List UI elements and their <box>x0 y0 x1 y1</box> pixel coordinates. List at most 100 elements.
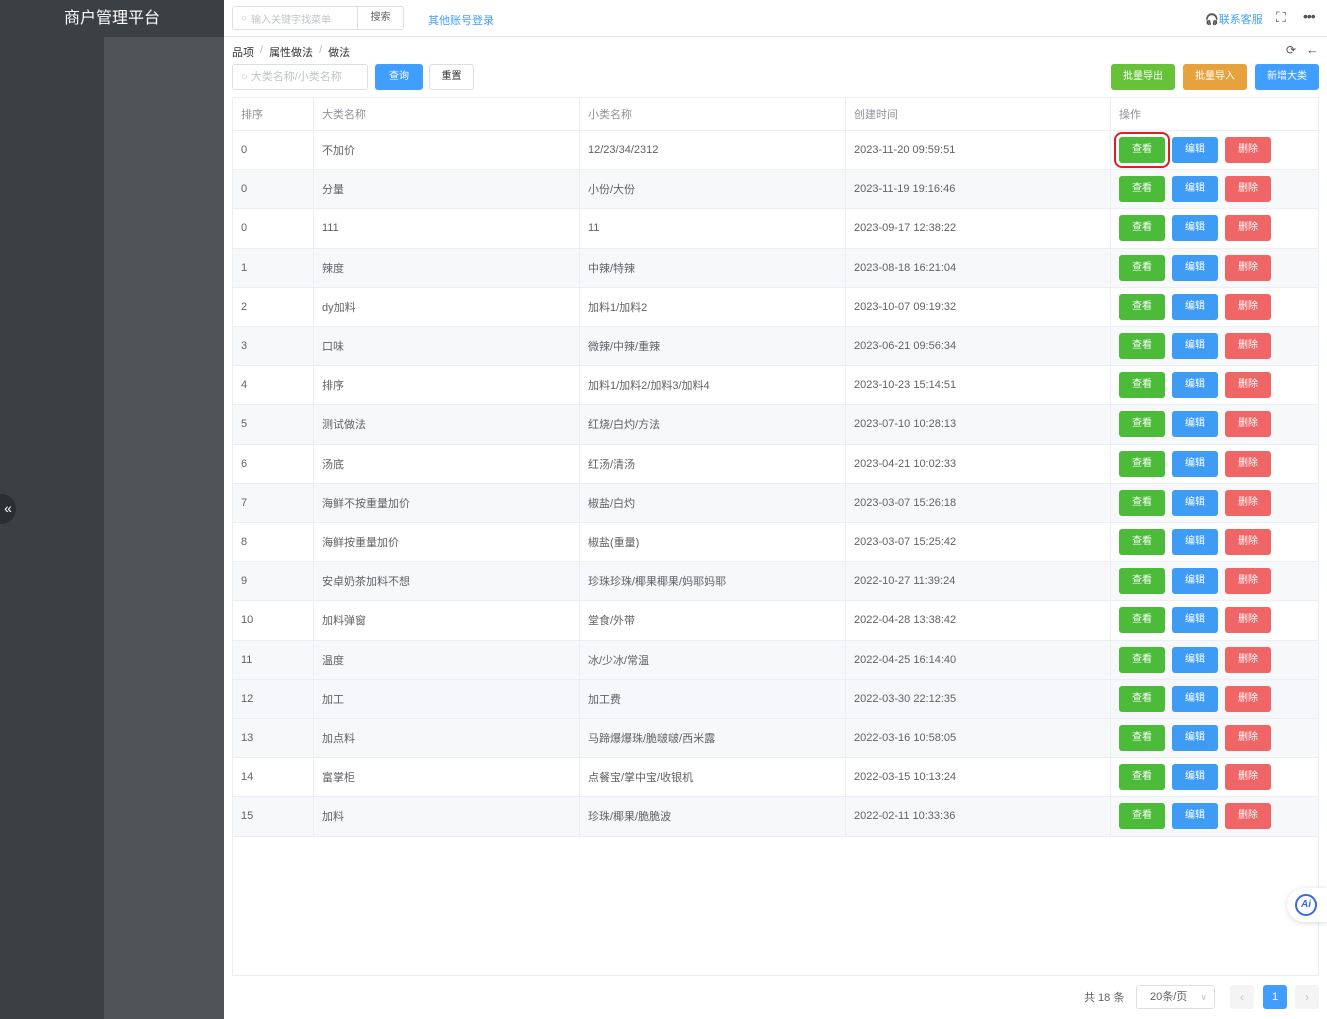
table-row: 8 海鲜按重量加价 椒盐(重量) 2023-03-07 15:25:42 查看 编辑 删除 <box>233 523 1318 563</box>
edit-button[interactable]: 编辑 <box>1172 803 1218 830</box>
edit-button[interactable]: 编辑 <box>1172 137 1218 163</box>
sort-cell: 9 <box>233 562 314 601</box>
created-time-cell: 2023-03-07 15:26:18 <box>846 483 1111 522</box>
edit-button[interactable]: 编辑 <box>1172 450 1218 477</box>
edit-button[interactable]: 编辑 <box>1172 685 1218 712</box>
breadcrumb: 品项 / 属性做法 / 做法 <box>232 44 350 60</box>
view-button[interactable]: 查看 <box>1119 215 1165 242</box>
delete-button[interactable]: 删除 <box>1225 725 1271 751</box>
delete-button[interactable]: 删除 <box>1225 568 1271 595</box>
table-row: 3 口味 微辣/中辣/重辣 2023-06-21 09:56:34 查看 编辑 删除 <box>233 327 1318 367</box>
reset-button[interactable]: 重置 <box>429 64 474 90</box>
breadcrumb-item[interactable]: 品项 <box>232 44 254 60</box>
view-button[interactable]: 查看 <box>1119 803 1165 830</box>
view-button[interactable]: 查看 <box>1119 685 1165 712</box>
breadcrumb-separator: / <box>260 44 264 56</box>
created-time-cell: 2023-09-17 12:38:22 <box>846 209 1111 248</box>
view-button[interactable]: 查看 <box>1119 254 1165 281</box>
other-account-login-link[interactable]: 其他账号登录 <box>428 12 494 28</box>
delete-button[interactable]: 删除 <box>1225 803 1271 830</box>
view-button[interactable]: 查看 <box>1119 529 1165 555</box>
batch-export-button[interactable]: 批量导出 <box>1111 64 1175 90</box>
delete-button[interactable]: 删除 <box>1225 685 1271 712</box>
view-button[interactable]: 查看 <box>1119 372 1165 399</box>
edit-button[interactable]: 编辑 <box>1172 489 1218 516</box>
edit-button[interactable]: 编辑 <box>1172 646 1218 673</box>
delete-button[interactable]: 删除 <box>1225 764 1271 791</box>
view-button[interactable]: 查看 <box>1114 132 1170 168</box>
edit-button[interactable]: 编辑 <box>1172 529 1218 555</box>
edit-button[interactable]: 编辑 <box>1172 293 1218 320</box>
delete-button[interactable]: 删除 <box>1225 489 1271 516</box>
sort-cell: 4 <box>233 366 314 405</box>
sort-cell: 8 <box>233 523 314 562</box>
edit-button[interactable]: 编辑 <box>1172 333 1218 359</box>
brand-title: 商户管理平台 <box>0 0 224 37</box>
delete-button[interactable]: 删除 <box>1225 254 1271 281</box>
delete-button[interactable]: 删除 <box>1225 176 1271 203</box>
menu-search-button[interactable]: 搜索 <box>357 6 404 30</box>
delete-button[interactable]: 删除 <box>1225 450 1271 477</box>
edit-button[interactable]: 编辑 <box>1172 411 1218 438</box>
menu-search-input[interactable]: ○ 输入关键字找菜单 <box>232 6 358 30</box>
category-cell: dy加料 <box>314 287 580 326</box>
table-row: 13 加点料 马蹄爆爆珠/脆啵啵/西米露 2022-03-16 10:58:05 查看编… <box>233 719 1318 759</box>
view-button[interactable]: 查看 <box>1119 646 1165 673</box>
contact-support-label: 联系客服 <box>1218 14 1263 26</box>
ai-assistant-button[interactable]: Ai <box>1287 888 1327 922</box>
created-time-cell: 2023-03-07 15:25:42 <box>846 523 1111 562</box>
batch-import-button[interactable]: 批量导入 <box>1183 64 1247 90</box>
add-category-button[interactable]: 新增大类 <box>1255 64 1319 90</box>
sort-cell: 12 <box>233 679 314 718</box>
view-button[interactable]: 查看 <box>1119 450 1165 477</box>
delete-button[interactable]: 删除 <box>1225 646 1271 673</box>
view-button[interactable]: 查看 <box>1119 489 1165 516</box>
view-button[interactable]: 查看 <box>1119 333 1165 359</box>
view-button[interactable]: 查看 <box>1119 568 1165 595</box>
sort-cell: 0 <box>233 131 314 170</box>
view-button[interactable]: 查看 <box>1119 764 1165 791</box>
delete-button[interactable]: 删除 <box>1225 529 1271 555</box>
view-button[interactable]: 查看 <box>1119 293 1165 320</box>
edit-button[interactable]: 编辑 <box>1172 254 1218 281</box>
table-row: 14 富掌柜 点餐宝/掌中宝/收银机 2022-03-15 10:13:24 查看 编辑删… <box>233 758 1318 798</box>
edit-button[interactable]: 编辑 <box>1172 725 1218 751</box>
back-arrow-icon[interactable]: ← <box>1306 42 1319 57</box>
edit-button[interactable]: 编辑 <box>1172 372 1218 399</box>
breadcrumb-item[interactable]: 属性做法 <box>269 44 313 60</box>
page-size-select[interactable]: 20条/页 ∨ <box>1136 985 1215 1009</box>
search-icon: ○ <box>241 71 251 83</box>
edit-button[interactable]: 编辑 <box>1172 568 1218 595</box>
view-button[interactable]: 查看 <box>1119 176 1165 203</box>
delete-button[interactable]: 删除 <box>1225 607 1271 634</box>
delete-button[interactable]: 删除 <box>1225 372 1271 399</box>
view-button[interactable]: 查看 <box>1119 607 1165 634</box>
edit-button[interactable]: 编辑 <box>1172 607 1218 634</box>
delete-button[interactable]: 删除 <box>1225 137 1271 163</box>
query-button[interactable]: 查询 <box>375 64 423 90</box>
subcategory-cell: 珍珠/椰果/脆脆波 <box>580 797 846 836</box>
delete-button[interactable]: 删除 <box>1225 411 1271 438</box>
page-number-button[interactable]: 1 <box>1263 985 1287 1009</box>
category-search-input[interactable]: ○ 大类名称/小类名称 <box>232 64 368 90</box>
edit-button[interactable]: 编辑 <box>1172 176 1218 203</box>
table-row: 15 加料 珍珠/椰果/脆脆波 2022-02-11 10:33:36 查看 编辑 删除 <box>233 797 1318 837</box>
subcategory-cell: 小份/大份 <box>580 170 846 209</box>
contact-support-link[interactable]: 🎧联系客服 <box>1205 11 1263 27</box>
created-time-cell: 2023-11-20 09:59:51 <box>846 131 1111 170</box>
prev-page-button[interactable]: ‹ <box>1230 985 1254 1009</box>
delete-button[interactable]: 删除 <box>1225 333 1271 359</box>
next-page-button[interactable]: › <box>1295 985 1319 1009</box>
refresh-icon[interactable]: ⟳ <box>1286 43 1296 57</box>
view-button[interactable]: 查看 <box>1119 725 1165 751</box>
view-button[interactable]: 查看 <box>1119 411 1165 438</box>
edit-button[interactable]: 编辑 <box>1172 764 1218 791</box>
more-icon[interactable]: ••• <box>1303 8 1316 24</box>
edit-button[interactable]: 编辑 <box>1172 215 1218 242</box>
delete-button[interactable]: 删除 <box>1225 293 1271 320</box>
sort-cell: 0 <box>233 170 314 209</box>
sort-cell: 10 <box>233 601 314 640</box>
delete-button[interactable]: 删除 <box>1225 215 1271 242</box>
table-row: 6 汤底 红汤/清汤 2023-04-21 10:02:33 查看 编辑 删除 <box>233 444 1318 484</box>
fullscreen-icon[interactable]: ⛶ <box>1276 9 1286 26</box>
